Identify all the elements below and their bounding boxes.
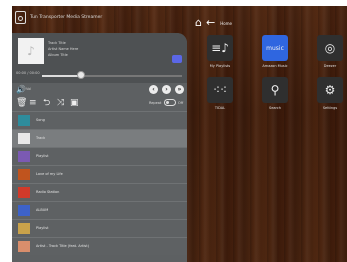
shuffle-icon[interactable]: ⤨ bbox=[57, 98, 64, 108]
repeat-icon[interactable]: ⮌ bbox=[43, 98, 50, 108]
track-thumbnail bbox=[18, 187, 30, 198]
tile-label: Deezer bbox=[323, 64, 337, 68]
seek-bar[interactable] bbox=[42, 75, 182, 77]
music-note-icon: ♪ bbox=[27, 44, 35, 58]
previous-button[interactable]: ‹ bbox=[149, 85, 158, 94]
track-title: Song bbox=[36, 118, 45, 122]
repeat-toggle[interactable] bbox=[164, 99, 176, 106]
track-thumbnail bbox=[18, 133, 30, 144]
track-title: Playlist bbox=[36, 226, 49, 230]
playlist-item[interactable]: Artist - Track Title (feat. Artist) bbox=[12, 237, 187, 255]
tile-tidal[interactable]: ⁖⁖ TIDAL bbox=[198, 77, 242, 117]
speaker-icon bbox=[15, 10, 26, 24]
tile-label: Settings bbox=[322, 106, 338, 110]
volume-row: 🔊 Vol ‹ › » bbox=[12, 84, 187, 96]
time-readout: 00:00 / 00:00 bbox=[16, 71, 40, 75]
track-thumbnail bbox=[18, 241, 30, 252]
playlist-item[interactable]: ALBUM bbox=[12, 201, 187, 219]
album-art: ♪ bbox=[18, 38, 44, 64]
save-playlist-icon[interactable]: ▣ bbox=[70, 98, 79, 108]
tile-gear[interactable]: ⚙ Settings bbox=[308, 77, 347, 117]
home-icon[interactable]: ⌂ bbox=[195, 17, 202, 29]
app-window: Tun Transporter Media Streamer ♪ Track T… bbox=[12, 6, 347, 262]
track-title: Love of my Life bbox=[36, 172, 63, 176]
playlist-item[interactable]: Playlist bbox=[12, 147, 187, 165]
track-title: Track bbox=[36, 136, 46, 140]
playlist-icon: ≡♪ bbox=[207, 35, 233, 61]
track-title: Playlist bbox=[36, 154, 49, 158]
tile-label: TIDAL bbox=[214, 106, 226, 110]
player-panel: ♪ Track Title Artist Name Here Album Tit… bbox=[12, 33, 187, 262]
tile-playlist[interactable]: ≡♪ My Playlists bbox=[198, 35, 242, 75]
volume-label: Vol bbox=[26, 87, 32, 91]
track-thumbnail bbox=[18, 169, 30, 180]
back-arrow-icon[interactable]: ← bbox=[206, 17, 215, 29]
play-pause-button[interactable]: › bbox=[162, 85, 171, 94]
source-badge bbox=[172, 55, 182, 63]
track-thumbnail bbox=[18, 223, 30, 234]
now-playing-info: Track Title Artist Name Here Album Title bbox=[48, 40, 78, 58]
playlist-item[interactable]: Song bbox=[12, 111, 187, 129]
tile-label: Search bbox=[268, 106, 282, 110]
repeat-state: Off bbox=[178, 101, 184, 105]
tidal-icon: ⁖⁖ bbox=[207, 77, 233, 103]
track-thumbnail bbox=[18, 115, 30, 126]
tile-disc[interactable]: ◎ Deezer bbox=[308, 35, 347, 75]
trash-icon[interactable]: 🗑 bbox=[16, 98, 27, 108]
playlist-toolbar: 🗑 ≡ ⮌ ⤨ ▣ Repeat Off bbox=[12, 97, 187, 110]
playlist-item[interactable]: Track bbox=[12, 129, 187, 147]
gear-icon: ⚙ bbox=[317, 77, 343, 103]
track-thumbnail bbox=[18, 151, 30, 162]
seek-handle[interactable] bbox=[77, 71, 86, 79]
disc-icon: ◎ bbox=[317, 35, 343, 61]
playlist-item[interactable]: Love of my Life bbox=[12, 165, 187, 183]
tile-label: My Playlists bbox=[209, 64, 231, 68]
tile-amazon-music[interactable]: music Amazon Music bbox=[253, 35, 297, 75]
amazon-music-icon: music bbox=[262, 35, 288, 61]
tile-label: Amazon Music bbox=[262, 64, 288, 68]
track-thumbnail bbox=[18, 205, 30, 216]
title-bar: Tun Transporter Media Streamer bbox=[12, 6, 195, 28]
queue-icon[interactable]: ≡ bbox=[29, 98, 37, 108]
seek-bar-fill bbox=[42, 75, 82, 77]
volume-icon[interactable]: 🔊 bbox=[16, 85, 26, 94]
repeat-label: Repeat bbox=[149, 101, 162, 105]
playlist-item[interactable]: Playlist bbox=[12, 219, 187, 237]
nav-bar: ⌂ ← Home bbox=[195, 16, 232, 30]
tile-search[interactable]: ⚲ Search bbox=[253, 77, 297, 117]
track-title: Radio Station bbox=[36, 190, 60, 194]
track-title: Artist - Track Title (feat. Artist) bbox=[36, 244, 89, 248]
track-title: ALBUM bbox=[36, 208, 49, 212]
next-button[interactable]: » bbox=[175, 85, 184, 94]
playlist-item[interactable]: Radio Station bbox=[12, 183, 187, 201]
breadcrumb: Home bbox=[220, 20, 233, 26]
app-title: Tun Transporter Media Streamer bbox=[30, 14, 103, 20]
now-playing: ♪ Track Title Artist Name Here Album Tit… bbox=[12, 33, 187, 83]
search-icon: ⚲ bbox=[262, 77, 288, 103]
now-playing-album: Album Title bbox=[48, 53, 68, 57]
